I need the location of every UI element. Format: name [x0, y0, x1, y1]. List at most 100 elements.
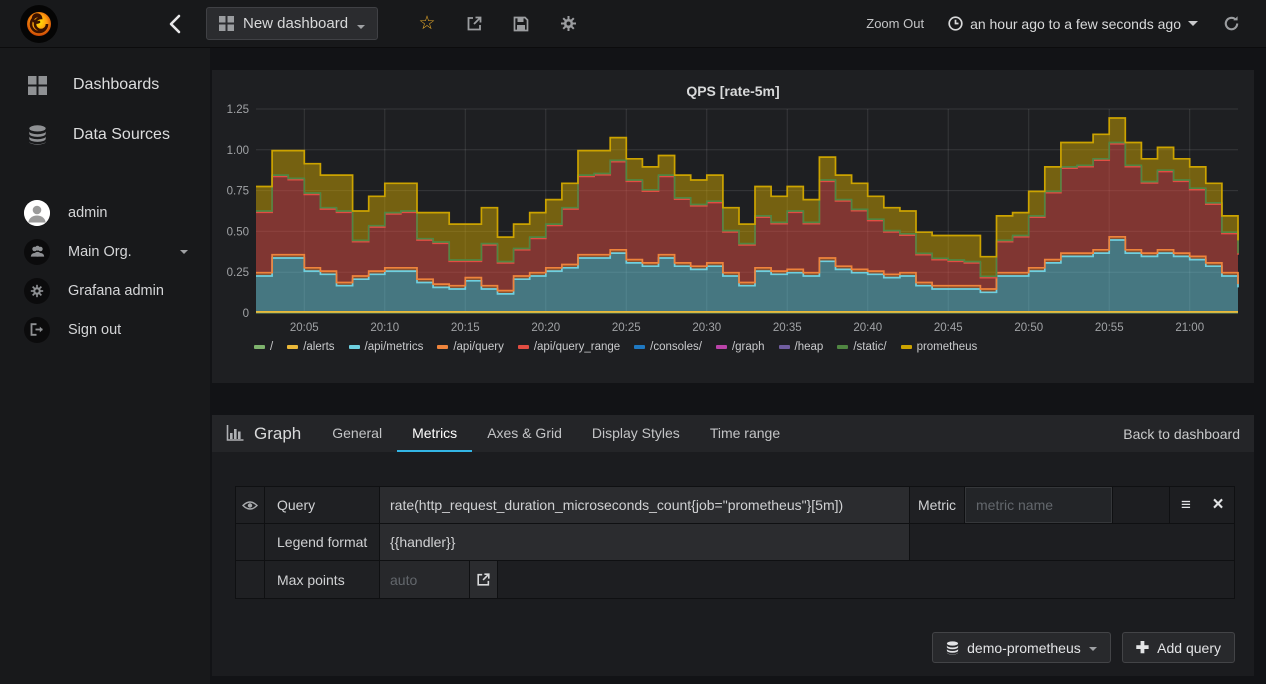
toggle-visibility-button[interactable]: [236, 487, 265, 523]
sidebar: Dashboards Data Sources admin Main Org. …: [0, 48, 210, 684]
legend-label: /api/metrics: [364, 341, 424, 353]
time-range-label: an hour ago to a few seconds ago: [970, 15, 1181, 32]
tab-general[interactable]: General: [317, 415, 397, 452]
account-label: Grafana admin: [68, 282, 164, 299]
svg-text:0.25: 0.25: [227, 267, 249, 279]
plus-icon: ✚: [1135, 639, 1150, 657]
tab-time-range[interactable]: Time range: [695, 415, 795, 452]
legend-item[interactable]: /graph: [715, 341, 765, 353]
time-range-picker[interactable]: an hour ago to a few seconds ago: [948, 16, 1198, 32]
grid-icon: [219, 16, 234, 31]
svg-text:20:55: 20:55: [1095, 322, 1124, 334]
qps-chart: 0 0.25 0.50 0.75 1.00 1.25 20:05 20:10 20:15 20:2…: [212, 101, 1254, 341]
dashboard-picker-button[interactable]: New dashboard: [206, 7, 379, 40]
legend-color-dash: [517, 345, 529, 349]
legend-item[interactable]: /static/: [837, 341, 887, 353]
svg-text:21:00: 21:00: [1175, 322, 1204, 334]
legend-color-dash: [900, 345, 912, 349]
back-to-dashboard-link[interactable]: Back to dashboard: [1123, 415, 1254, 452]
metric-name-input[interactable]: [965, 487, 1112, 523]
gear-icon[interactable]: [559, 15, 577, 33]
top-navbar: New dashboard ☆ Zoom Out an hour ago to …: [0, 0, 1266, 48]
query-label: Query: [265, 487, 380, 523]
legend-item[interactable]: /alerts: [287, 341, 335, 353]
tab-display-styles[interactable]: Display Styles: [577, 415, 695, 452]
zoom-out-button[interactable]: Zoom Out: [866, 16, 924, 31]
tab-axes-grid[interactable]: Axes & Grid: [472, 415, 577, 452]
sidebar-item-main-org[interactable]: Main Org.: [0, 232, 210, 271]
graph-panel: QPS [rate-5m] 0 0.25 0.50 0.75 1.00 1.25 20:05…: [212, 70, 1254, 383]
legend-item[interactable]: /consoles/: [634, 341, 702, 353]
svg-text:20:25: 20:25: [612, 322, 641, 334]
chart-legend: / /alerts/api/metrics/api/query/api/query…: [212, 341, 1254, 353]
legend-item[interactable]: /heap: [778, 341, 823, 353]
svg-text:20:20: 20:20: [531, 322, 560, 334]
back-chevron-icon[interactable]: [168, 14, 182, 34]
max-points-input[interactable]: [380, 561, 469, 598]
svg-text:0.75: 0.75: [227, 186, 249, 198]
legend-label: /static/: [853, 341, 887, 353]
add-query-button[interactable]: ✚ Add query: [1121, 632, 1235, 663]
datasource-picker-button[interactable]: demo-prometheus: [932, 632, 1111, 663]
sidebar-item-grafana-admin[interactable]: Grafana admin: [0, 271, 210, 310]
legend-label: /alerts: [303, 341, 335, 353]
svg-text:1.00: 1.00: [227, 145, 249, 157]
refresh-icon[interactable]: [1222, 15, 1240, 33]
editor-panel-type: Graph: [212, 415, 317, 452]
query-menu-button[interactable]: ≡: [1170, 487, 1202, 523]
account-label: Sign out: [68, 321, 122, 338]
main-content: QPS [rate-5m] 0 0.25 0.50 0.75 1.00 1.25 20:05…: [210, 48, 1266, 684]
max-points-link-button[interactable]: [470, 561, 498, 598]
legend-label: prometheus: [916, 341, 978, 353]
share-icon[interactable]: [465, 15, 483, 33]
legend-item[interactable]: /api/query: [437, 341, 504, 353]
clock-icon: [948, 16, 963, 31]
database-icon: [28, 125, 47, 145]
chevron-down-icon: [179, 249, 188, 254]
legend-label: /api/query: [453, 341, 504, 353]
legend-label: /: [270, 341, 274, 353]
svg-text:20:50: 20:50: [1014, 322, 1043, 334]
grid-icon: [28, 75, 47, 95]
row-spacer-cell: [236, 524, 265, 560]
panel-title[interactable]: QPS [rate-5m]: [212, 70, 1254, 99]
legend-color-dash: [715, 345, 727, 349]
legend-format-input[interactable]: [380, 524, 909, 560]
tab-metrics[interactable]: Metrics: [397, 415, 473, 452]
legend-format-label: Legend format: [265, 524, 380, 560]
star-icon[interactable]: ☆: [418, 14, 436, 33]
svg-text:0.50: 0.50: [227, 226, 249, 238]
legend-item[interactable]: /api/query_range: [517, 341, 620, 353]
svg-text:20:10: 20:10: [370, 322, 399, 334]
legend-format-row: Legend format: [236, 524, 1234, 561]
legend-label: /graph: [731, 341, 765, 353]
sidebar-item-admin[interactable]: admin: [0, 193, 210, 232]
sign-out-icon: [24, 316, 50, 343]
legend-color-dash: [778, 345, 790, 349]
qps-chart-svg: 0 0.25 0.50 0.75 1.00 1.25 20:05 20:10 20:15 20:2…: [227, 104, 1239, 334]
legend-color-dash: [634, 345, 646, 349]
datasource-name: demo-prometheus: [967, 639, 1081, 656]
external-link-icon: [477, 573, 490, 586]
sidebar-item-label: Data Sources: [73, 126, 170, 143]
svg-text:20:40: 20:40: [853, 322, 882, 334]
query-input[interactable]: [380, 487, 909, 523]
save-icon[interactable]: [512, 15, 530, 33]
sidebar-item-dashboards[interactable]: Dashboards: [0, 60, 210, 110]
legend-row-spacer: [910, 524, 1234, 560]
legend-item[interactable]: /api/metrics: [348, 341, 424, 353]
legend-color-dash: [348, 345, 360, 349]
sidebar-item-data-sources[interactable]: Data Sources: [0, 110, 210, 160]
chevron-down-icon: [357, 24, 366, 29]
svg-text:20:15: 20:15: [451, 322, 480, 334]
graph-editor-panel: Graph General Metrics Axes & Grid Displa…: [212, 415, 1254, 676]
avatar: [24, 199, 50, 226]
remove-query-button[interactable]: ×: [1202, 487, 1234, 523]
sidebar-item-sign-out[interactable]: Sign out: [0, 310, 210, 349]
metric-label: Metric: [910, 487, 965, 523]
legend-item[interactable]: prometheus: [900, 341, 978, 353]
legend-color-dash: [837, 345, 849, 349]
grafana-logo[interactable]: [20, 4, 58, 43]
account-label: admin: [68, 204, 108, 221]
legend-item[interactable]: /: [254, 341, 273, 353]
